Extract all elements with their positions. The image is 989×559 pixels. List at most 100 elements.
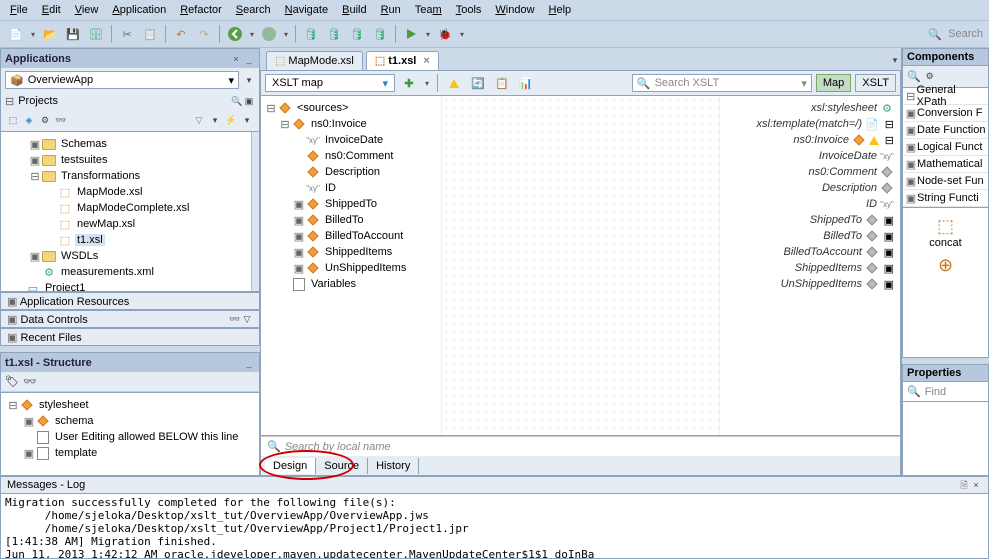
data-controls-panel[interactable]: ▣ Data Controls 👓▽ <box>0 310 260 328</box>
menu-build[interactable]: Build <box>336 2 372 18</box>
main-search-field[interactable]: Search <box>948 28 983 40</box>
save-all-button[interactable]: 🗄 <box>86 24 106 44</box>
target-node[interactable]: InvoiceDate"xy" <box>722 148 898 164</box>
menu-file[interactable]: File <box>4 2 34 18</box>
xpath-category[interactable]: ▣Node-set Fun <box>903 173 988 190</box>
menu-tools[interactable]: Tools <box>450 2 488 18</box>
source-node[interactable]: Variables <box>263 276 439 292</box>
map-mode-button[interactable]: Map <box>816 74 851 92</box>
mapping-canvas[interactable] <box>441 96 720 435</box>
xpath-category[interactable]: ▣Mathematical <box>903 156 988 173</box>
source-node[interactable]: "xy"ID <box>263 180 439 196</box>
menu-view[interactable]: View <box>69 2 105 18</box>
tree-item[interactable]: ▣testsuites <box>3 152 257 168</box>
proj-config[interactable]: ⚡ <box>225 115 237 127</box>
xpath-category[interactable]: ⊟General XPath <box>903 88 988 105</box>
target-node[interactable]: BilledToAccount▣ <box>722 244 898 260</box>
proj-sort[interactable]: ◈ <box>23 115 35 127</box>
xslt-map-dropdown[interactable]: XSLT map▾ <box>265 74 395 92</box>
xpath-category[interactable]: ▣Conversion F <box>903 105 988 122</box>
xpath-category[interactable]: ▣String Functi <box>903 190 988 207</box>
target-node[interactable]: UnShippedItems▣ <box>722 276 898 292</box>
new-button[interactable]: 📄 <box>6 24 26 44</box>
tool-icon-2[interactable]: 📋 <box>492 73 512 93</box>
local-name-search[interactable]: 🔍 Search by local name <box>260 436 901 456</box>
log-action[interactable]: 🗎 <box>958 480 970 492</box>
source-node[interactable]: "xy"InvoiceDate <box>263 132 439 148</box>
source-node[interactable]: ▣ShippedItems <box>263 244 439 260</box>
structure-item[interactable]: ▣template <box>3 445 257 461</box>
proj-settings[interactable]: ⚙ <box>39 115 51 127</box>
structure-item[interactable]: ⊟stylesheet <box>3 397 257 413</box>
target-node[interactable]: ns0:Comment <box>722 164 898 180</box>
save-button[interactable]: 💾 <box>63 24 83 44</box>
run-button[interactable] <box>401 24 421 44</box>
xpath-category[interactable]: ▣Date Function <box>903 122 988 139</box>
tree-item[interactable]: ▭Project1 <box>3 280 257 292</box>
target-node[interactable]: ShippedTo▣ <box>722 212 898 228</box>
xpath-category[interactable]: ▣Logical Funct <box>903 139 988 156</box>
db-button-4[interactable]: 🛢 <box>370 24 390 44</box>
menu-edit[interactable]: Edit <box>36 2 67 18</box>
close-tab-icon[interactable]: × <box>423 55 429 67</box>
menu-run[interactable]: Run <box>375 2 407 18</box>
proj-view[interactable]: 👓 <box>55 115 67 127</box>
tree-item[interactable]: ⊟Transformations <box>3 168 257 184</box>
target-node[interactable]: ns0:Invoice⊟ <box>722 132 898 148</box>
tree-item[interactable]: ▣WSDLs <box>3 248 257 264</box>
source-node[interactable]: ▣BilledToAccount <box>263 228 439 244</box>
structure-icon-1[interactable]: 🏷 <box>5 375 19 388</box>
source-node[interactable]: ns0:Comment <box>263 148 439 164</box>
db-button-2[interactable]: 🛢 <box>324 24 344 44</box>
source-tree[interactable]: ⊟<sources>⊟ns0:Invoice"xy"InvoiceDatens0… <box>261 96 441 435</box>
target-tree[interactable]: xsl:stylesheet⚙xsl:template(match=/)📄⊟ns… <box>720 96 900 435</box>
scrollbar[interactable] <box>251 132 259 291</box>
forward-button[interactable] <box>259 24 279 44</box>
tab-mapmode[interactable]: ⬚ MapMode.xsl <box>266 51 363 70</box>
source-node[interactable]: ⊟<sources> <box>263 100 439 116</box>
tree-item[interactable]: ⬚MapModeComplete.xsl <box>3 200 257 216</box>
log-close[interactable]: × <box>970 479 982 491</box>
menu-help[interactable]: Help <box>543 2 578 18</box>
tab-source[interactable]: Source <box>316 458 368 474</box>
search-icon[interactable]: 🔍 <box>907 70 921 83</box>
menu-application[interactable]: Application <box>106 2 172 18</box>
add-button[interactable]: ✚ <box>399 73 419 93</box>
validation-icon[interactable] <box>444 73 464 93</box>
menu-navigate[interactable]: Navigate <box>279 2 334 18</box>
undo-button[interactable]: ↶ <box>171 24 191 44</box>
source-node[interactable]: ▣UnShippedItems <box>263 260 439 276</box>
structure-item[interactable]: User Editing allowed BELOW this line <box>3 429 257 445</box>
app-refresh-button[interactable]: ▾ <box>243 74 255 86</box>
recent-files-panel[interactable]: ▣ Recent Files <box>0 328 260 346</box>
structure-item[interactable]: ▣schema <box>3 413 257 429</box>
source-node[interactable]: ▣BilledTo <box>263 212 439 228</box>
function-icon-2[interactable]: ⊕ <box>903 255 988 276</box>
open-button[interactable]: 📂 <box>40 24 60 44</box>
source-node[interactable]: ▣ShippedTo <box>263 196 439 212</box>
target-node[interactable]: ShippedItems▣ <box>722 260 898 276</box>
target-node[interactable]: xsl:stylesheet⚙ <box>722 100 898 116</box>
tool-icon-3[interactable]: 📊 <box>516 73 536 93</box>
source-node[interactable]: ⊟ns0:Invoice <box>263 116 439 132</box>
editor-minimize[interactable]: ▾ <box>889 54 901 66</box>
structure-minimize[interactable]: _ <box>243 357 255 369</box>
comp-tool[interactable]: ⚙ <box>924 71 936 83</box>
structure-icon-2[interactable]: 👓 <box>23 375 37 388</box>
proj-tool-2[interactable]: ▣ <box>243 95 255 107</box>
application-resources-panel[interactable]: ▣ Application Resources <box>0 292 260 310</box>
tree-item[interactable]: ⬚MapMode.xsl <box>3 184 257 200</box>
target-node[interactable]: Description <box>722 180 898 196</box>
source-node[interactable]: Description <box>263 164 439 180</box>
concat-function-icon[interactable]: ⬚ <box>903 216 988 237</box>
minimize-icon[interactable]: _ <box>243 53 255 65</box>
tab-t1xsl[interactable]: ⬚ t1.xsl × <box>366 51 439 70</box>
target-node[interactable]: ID"xy" <box>722 196 898 212</box>
proj-icon[interactable]: ⬚ <box>7 115 19 127</box>
proj-filter[interactable]: ▽ <box>193 115 205 127</box>
search-xslt-input[interactable]: 🔍 Search XSLT ▾ <box>632 74 812 92</box>
tab-design[interactable]: Design <box>265 458 316 474</box>
expand-projects[interactable]: ⊟ <box>5 95 14 108</box>
tool-icon-1[interactable]: 🔄 <box>468 73 488 93</box>
new-dropdown[interactable]: ▾ <box>29 24 37 44</box>
